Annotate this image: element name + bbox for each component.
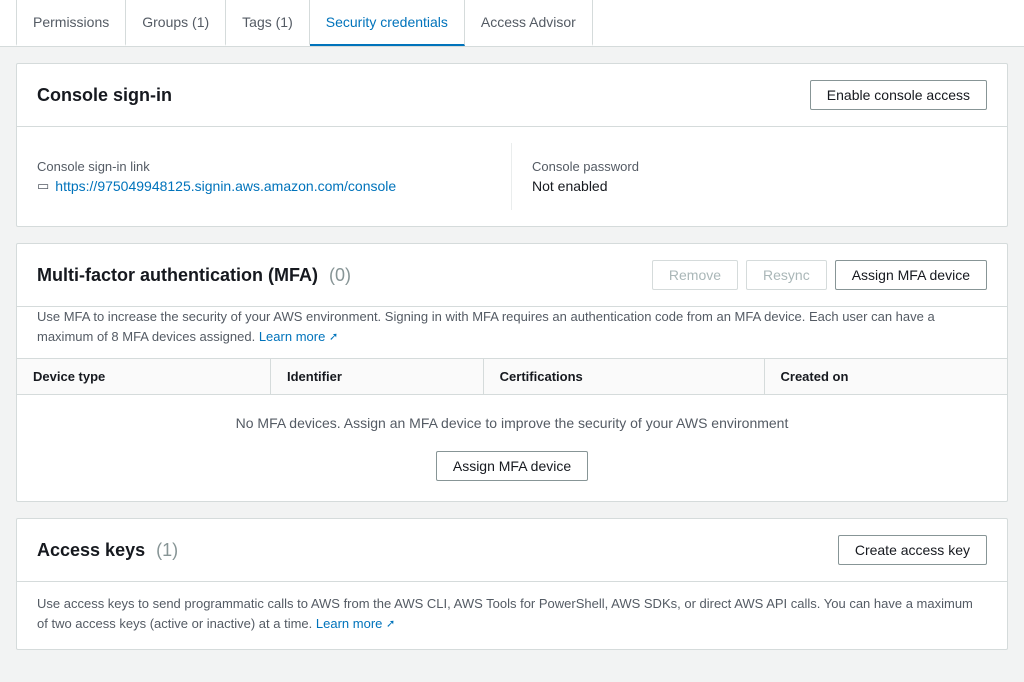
console-signin-body: Console sign-in link ▭ https://975049948…	[17, 127, 1007, 226]
external-link-icon: ➚	[329, 329, 338, 346]
mfa-remove-button[interactable]: Remove	[652, 260, 738, 290]
signin-link-url[interactable]: https://975049948125.signin.aws.amazon.c…	[55, 178, 396, 194]
tab-bar: Permissions Groups (1) Tags (1) Security…	[0, 0, 1024, 47]
access-keys-learn-more-link[interactable]: Learn more ➚	[316, 616, 395, 631]
col-identifier: Identifier	[270, 359, 483, 395]
create-access-key-button[interactable]: Create access key	[838, 535, 987, 565]
enable-console-access-button[interactable]: Enable console access	[810, 80, 987, 110]
mfa-card: Multi-factor authentication (MFA) (0) Re…	[16, 243, 1008, 502]
mfa-table: Device type Identifier Certifications Cr…	[17, 359, 1007, 501]
mfa-assign-mfa-button[interactable]: Assign MFA device	[436, 451, 588, 481]
col-certifications: Certifications	[483, 359, 764, 395]
tab-tags[interactable]: Tags (1)	[226, 0, 310, 46]
mfa-table-container: Device type Identifier Certifications Cr…	[17, 358, 1007, 501]
access-keys-card: Access keys (1) Create access key Use ac…	[16, 518, 1008, 650]
console-password-col: Console password Not enabled	[512, 143, 987, 210]
access-keys-description: Use access keys to send programmatic cal…	[17, 582, 1007, 649]
mfa-count: (0)	[329, 265, 351, 285]
access-keys-count: (1)	[156, 540, 178, 560]
signin-link-label: Console sign-in link	[37, 159, 491, 174]
mfa-title: Multi-factor authentication (MFA) (0)	[37, 265, 351, 286]
mfa-learn-more-link[interactable]: Learn more ➚	[259, 329, 338, 344]
col-device-type: Device type	[17, 359, 270, 395]
mfa-btn-group: Remove Resync Assign MFA device	[652, 260, 987, 290]
tab-access-advisor[interactable]: Access Advisor	[465, 0, 593, 46]
access-keys-header: Access keys (1) Create access key	[17, 519, 1007, 582]
mfa-empty-message: No MFA devices. Assign an MFA device to …	[17, 395, 1007, 440]
mfa-empty-actions: Assign MFA device	[17, 439, 1007, 501]
console-signin-title: Console sign-in	[37, 85, 172, 106]
mfa-resync-button[interactable]: Resync	[746, 260, 827, 290]
copy-icon[interactable]: ▭	[37, 178, 49, 194]
access-keys-title: Access keys (1)	[37, 540, 178, 561]
console-password-value: Not enabled	[532, 178, 987, 194]
mfa-table-head: Device type Identifier Certifications Cr…	[17, 359, 1007, 395]
mfa-header: Multi-factor authentication (MFA) (0) Re…	[17, 244, 1007, 307]
external-link-icon-access: ➚	[386, 616, 395, 633]
mfa-empty-row: No MFA devices. Assign an MFA device to …	[17, 395, 1007, 440]
col-created-on: Created on	[764, 359, 1007, 395]
console-password-label: Console password	[532, 159, 987, 174]
mfa-assign-button[interactable]: Assign MFA device	[835, 260, 987, 290]
tab-groups[interactable]: Groups (1)	[126, 0, 226, 46]
console-signin-header: Console sign-in Enable console access	[17, 64, 1007, 127]
tab-security-credentials[interactable]: Security credentials	[310, 0, 465, 46]
signin-link-col: Console sign-in link ▭ https://975049948…	[37, 143, 512, 210]
mfa-description: Use MFA to increase the security of your…	[17, 307, 1007, 358]
mfa-table-body: No MFA devices. Assign an MFA device to …	[17, 395, 1007, 502]
signin-link-value: ▭ https://975049948125.signin.aws.amazon…	[37, 178, 491, 194]
tab-permissions[interactable]: Permissions	[16, 0, 126, 46]
console-signin-card: Console sign-in Enable console access Co…	[16, 63, 1008, 227]
